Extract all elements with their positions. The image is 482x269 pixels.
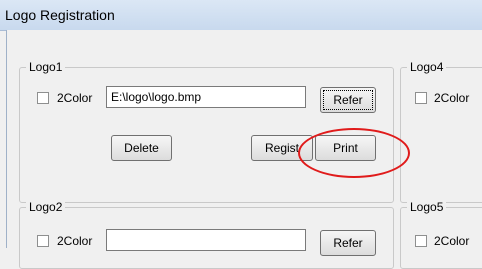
group-logo4-legend: Logo4 <box>407 60 447 74</box>
group-logo5-legend: Logo5 <box>407 200 447 214</box>
logo5-2color-checkbox[interactable] <box>415 235 427 247</box>
logo1-delete-label: Delete <box>124 141 159 155</box>
logo1-2color-label: 2Color <box>57 91 93 105</box>
group-logo2-legend: Logo2 <box>26 200 66 214</box>
logo1-print-button[interactable]: Print <box>315 135 376 161</box>
group-logo4: Logo4 2Color <box>400 60 482 203</box>
title-bar: Logo Registration <box>0 0 482 31</box>
logo4-2color-label: 2Color <box>434 91 470 105</box>
logo2-2color-checkbox[interactable] <box>37 235 49 247</box>
logo1-regist-label: Regist <box>264 141 299 155</box>
group-logo2: Logo2 2Color Refer <box>19 200 394 269</box>
window-title: Logo Registration <box>5 7 115 23</box>
logo1-path-field[interactable]: E:\logo\logo.bmp <box>106 86 306 108</box>
logo2-2color-label: 2Color <box>57 234 93 248</box>
logo1-refer-label: Refer <box>333 93 363 107</box>
logo1-2color-checkbox[interactable] <box>37 92 49 104</box>
dialog-client-area: Logo1 2Color E:\logo\logo.bmp Refer Dele… <box>6 30 482 269</box>
logo5-2color-label: 2Color <box>434 234 470 248</box>
logo1-refer-button[interactable]: Refer <box>320 87 376 113</box>
logo1-print-label: Print <box>333 141 358 155</box>
logo1-delete-button[interactable]: Delete <box>111 135 172 161</box>
group-logo1: Logo1 2Color E:\logo\logo.bmp Refer Dele… <box>19 60 394 203</box>
group-logo5: Logo5 2Color <box>400 200 482 269</box>
logo1-regist-button[interactable]: Regist <box>251 135 313 161</box>
logo2-refer-button[interactable]: Refer <box>320 230 376 256</box>
logo4-2color-checkbox[interactable] <box>415 92 427 104</box>
group-logo1-legend: Logo1 <box>26 60 66 74</box>
